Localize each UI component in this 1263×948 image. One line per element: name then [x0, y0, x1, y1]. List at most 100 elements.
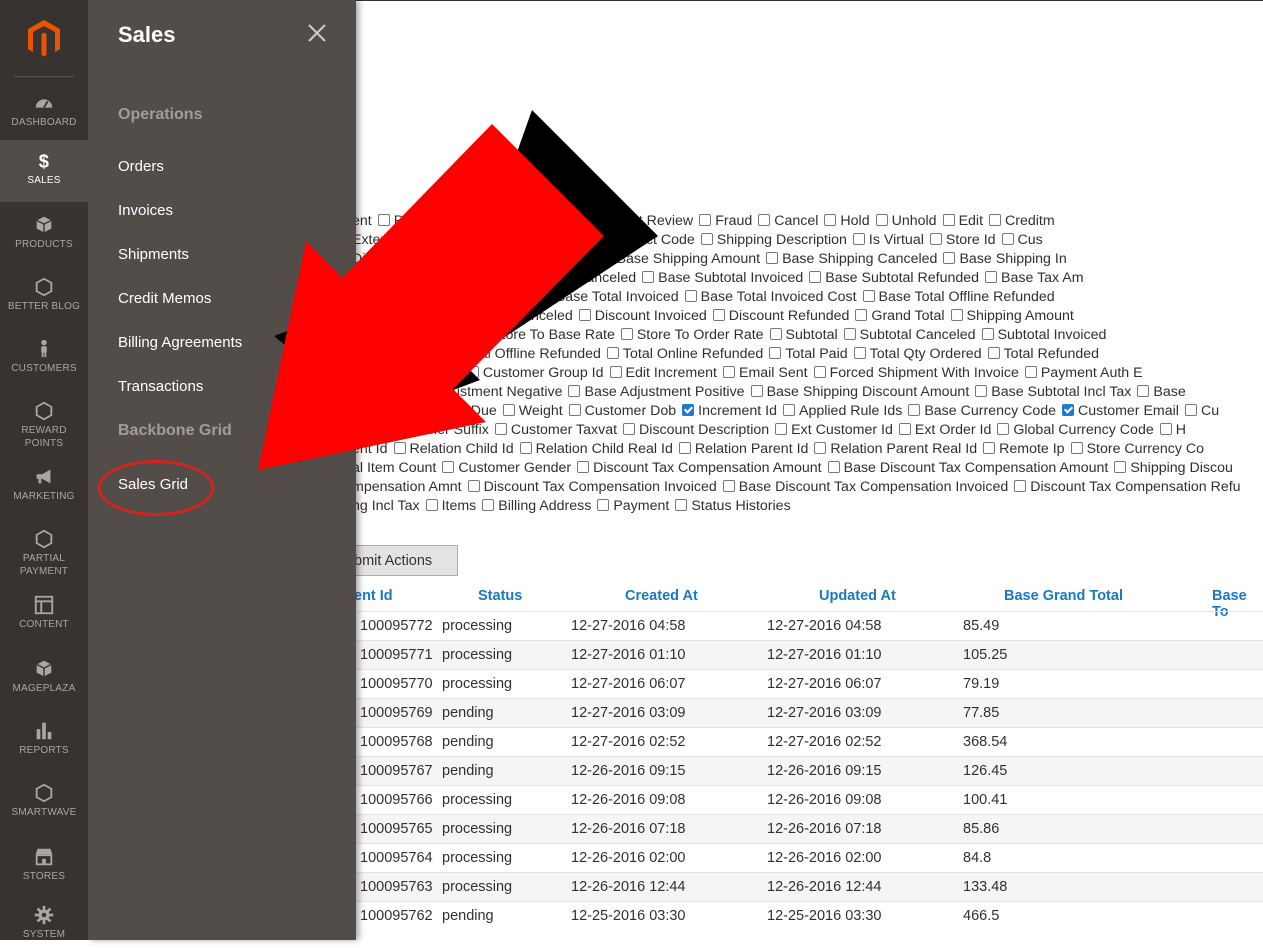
column-checkbox[interactable] [775, 423, 788, 435]
magento-logo-icon[interactable] [0, 0, 88, 76]
column-checkbox[interactable] [570, 214, 583, 226]
column-checkbox[interactable] [609, 366, 622, 378]
nav-item-reports[interactable]: REPORTS [0, 720, 88, 764]
column-checkbox[interactable] [722, 366, 735, 378]
column-checkbox[interactable] [855, 309, 868, 321]
column-checkbox[interactable] [700, 233, 713, 245]
column-checkbox[interactable] [444, 347, 457, 359]
nav-item-smartwave[interactable]: SMARTWAVE [0, 782, 88, 826]
column-checkbox[interactable] [1014, 480, 1027, 492]
column-checkbox[interactable] [684, 290, 697, 302]
column-checkbox[interactable] [494, 423, 507, 435]
column-checkbox[interactable] [943, 252, 956, 264]
column-checkbox[interactable] [783, 404, 795, 416]
table-row[interactable]: 100095769 pending 12-27-2016 03:09 12-27-20… [356, 698, 1263, 728]
column-checkbox[interactable] [824, 214, 837, 226]
column-checkbox[interactable] [467, 480, 480, 492]
nav-item-reward-points[interactable]: REWARD POINTS [0, 400, 88, 454]
column-checkbox[interactable] [987, 347, 1000, 359]
close-icon[interactable] [306, 22, 332, 48]
column-checkbox[interactable] [394, 233, 407, 245]
column-checkbox[interactable] [1184, 404, 1197, 416]
column-checkbox[interactable] [519, 442, 532, 454]
table-row[interactable]: 100095764 processing 12-26-2016 02:00 12-26… [356, 843, 1263, 873]
column-checkbox[interactable] [568, 404, 581, 416]
column-checkbox[interactable] [597, 499, 610, 511]
nav-item-sales[interactable]: $ SALES [0, 140, 88, 202]
column-checkbox[interactable] [997, 423, 1010, 435]
column-checkbox[interactable] [766, 252, 779, 264]
column-checkbox[interactable] [929, 233, 942, 245]
column-checkbox[interactable] [374, 271, 387, 283]
nav-item-better-blog[interactable]: BETTER BLOG [0, 276, 88, 320]
column-checkbox[interactable] [1159, 423, 1172, 435]
column-checkbox[interactable] [385, 252, 398, 264]
column-checkbox[interactable] [750, 385, 763, 397]
column-checkbox[interactable] [758, 214, 771, 226]
column-checkbox[interactable] [722, 480, 735, 492]
column-checkbox[interactable] [813, 366, 826, 378]
table-row[interactable]: 100095771 processing 12-27-2016 01:10 12-27… [356, 640, 1263, 670]
column-checkbox[interactable] [595, 233, 608, 245]
column-checkbox[interactable] [853, 347, 866, 359]
column-checkbox[interactable] [467, 271, 480, 283]
column-checkbox[interactable] [437, 309, 450, 321]
column-checkbox[interactable] [809, 271, 822, 283]
column-checkbox[interactable] [843, 328, 856, 340]
column-checkbox[interactable] [380, 385, 393, 397]
nav-item-mageplaza[interactable]: MAGEPLAZA [0, 658, 88, 702]
column-checkbox[interactable] [675, 499, 688, 511]
column-checkbox[interactable] [942, 214, 955, 226]
table-row[interactable]: 100095770 processing 12-27-2016 06:07 12-27… [356, 669, 1263, 699]
column-checkbox[interactable] [623, 423, 636, 435]
submit-actions-button[interactable]: bmit Actions [356, 545, 458, 576]
column-checkbox[interactable] [600, 252, 613, 264]
column-checkbox[interactable] [424, 233, 437, 245]
column-checkbox[interactable] [377, 214, 390, 226]
column-checkbox[interactable] [442, 461, 455, 473]
column-checkbox[interactable] [421, 214, 434, 226]
column-checkbox[interactable] [1137, 385, 1150, 397]
nav-item-products[interactable]: PRODUCTS [0, 214, 88, 258]
column-checkbox[interactable] [769, 328, 782, 340]
submenu-link-shipments[interactable]: Shipments [118, 246, 189, 263]
column-checkbox[interactable] [898, 423, 911, 435]
column-checkbox[interactable] [989, 214, 1002, 226]
nav-item-customers[interactable]: CUSTOMERS [0, 338, 88, 382]
table-row[interactable]: 100095772 processing 12-27-2016 04:58 12-27… [356, 611, 1263, 641]
nav-item-stores[interactable]: STORES [0, 846, 88, 890]
column-checkbox[interactable] [1024, 366, 1037, 378]
column-checkbox[interactable] [827, 461, 840, 473]
column-checkbox[interactable] [985, 271, 998, 283]
submenu-link-credit-memos[interactable]: Credit Memos [118, 290, 211, 307]
column-checkbox[interactable] [1062, 404, 1075, 416]
column-checkbox[interactable] [950, 309, 963, 321]
column-checkbox[interactable] [387, 290, 400, 302]
column-checkbox[interactable] [814, 442, 827, 454]
column-checkbox[interactable] [642, 271, 655, 283]
column-checkbox[interactable] [712, 309, 725, 321]
column-checkbox[interactable] [981, 328, 994, 340]
column-checkbox[interactable] [393, 442, 406, 454]
column-checkbox[interactable] [1070, 442, 1083, 454]
table-row[interactable]: 100095768 pending 12-27-2016 02:52 12-27-20… [356, 727, 1263, 757]
column-checkbox[interactable] [875, 214, 888, 226]
submenu-link-orders[interactable]: Orders [118, 158, 164, 175]
nav-item-dashboard[interactable]: DASHBOARD [0, 92, 88, 138]
column-checkbox[interactable] [620, 328, 633, 340]
column-checkbox[interactable] [503, 214, 516, 226]
column-checkbox[interactable] [699, 214, 712, 226]
column-checkbox[interactable] [469, 252, 482, 264]
column-checkbox[interactable] [1114, 461, 1127, 473]
column-checkbox[interactable] [466, 366, 479, 378]
column-checkbox[interactable] [539, 290, 552, 302]
nav-item-partial-payment[interactable]: PARTIAL PAYMENT [0, 528, 88, 590]
column-checkbox[interactable] [476, 328, 489, 340]
table-row[interactable]: 100095763 processing 12-26-2016 12:44 12-26… [356, 872, 1263, 902]
column-checkbox[interactable] [852, 233, 865, 245]
column-checkbox[interactable] [577, 461, 590, 473]
column-checkbox[interactable] [502, 404, 515, 416]
column-checkbox[interactable] [678, 442, 691, 454]
table-row[interactable]: 100095762 pending 12-25-2016 03:30 12-25-20… [356, 901, 1263, 931]
column-checkbox[interactable] [682, 404, 695, 416]
